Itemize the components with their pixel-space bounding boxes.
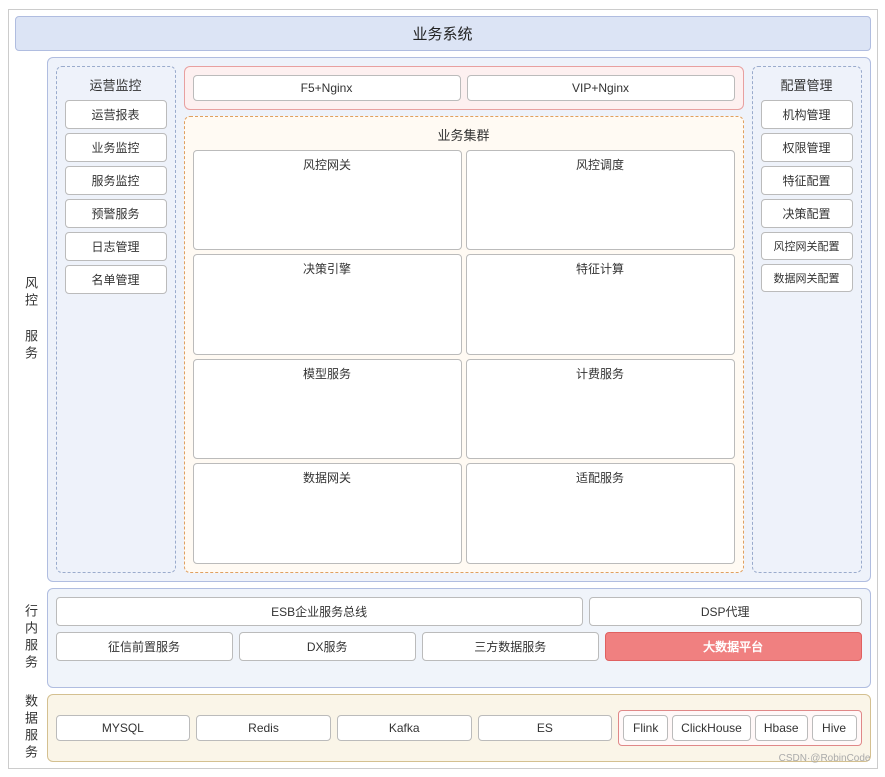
ywjq-item-7: 适配服务 [466,463,735,564]
shuju-content: MYSQL Redis Kafka ES Flink ClickHouse Hb… [47,694,871,762]
hangnei-row1: ESB企业服务总线 DSP代理 [56,597,862,626]
ywjq-item-1: 风控调度 [466,150,735,251]
ywjq-item-2: 决策引擎 [193,254,462,355]
ywjq-grid: 风控网关 风控调度 决策引擎 特征计算 模型服务 计费服务 数据网关 适配服务 [193,150,735,564]
f5vip-row: F5+Nginx VIP+Nginx [184,66,744,110]
yunyingjiankong-item-0: 运营报表 [65,100,167,129]
shuju-label: 数据服务 [15,694,47,762]
peizhi-item-3: 决策配置 [761,199,853,228]
f5-box: F5+Nginx [193,75,461,101]
ywjq-item-6: 数据网关 [193,463,462,564]
es-box: ES [478,715,613,741]
shuju-section: 数据服务 MYSQL Redis Kafka ES Flink ClickHou… [15,694,871,762]
yunyingjiankong-item-4: 日志管理 [65,232,167,261]
peizhi-title: 配置管理 [761,75,853,94]
ywjq-item-5: 计费服务 [466,359,735,460]
bigdata-box: 大数据平台 [605,632,862,661]
zhengxin-box: 征信前置服务 [56,632,233,661]
hangnei-label: 行内服务 [15,588,47,688]
esb-box: ESB企业服务总线 [56,597,583,626]
redis-box: Redis [196,715,331,741]
ywjq-panel: 业务集群 风控网关 风控调度 决策引擎 特征计算 模型服务 计费服务 数据网关 … [184,116,744,573]
main-diagram: 业务系统 风控 服务 运营监控 运营报表 业务监控 服务监控 预警服务 日志管理… [8,9,878,769]
dsp-box: DSP代理 [589,597,862,626]
top-label: 业务系统 [15,16,871,51]
ywjq-title: 业务集群 [193,125,735,144]
mysql-box: MYSQL [56,715,191,741]
yunyingjiankong-item-1: 业务监控 [65,133,167,162]
hangnei-content: ESB企业服务总线 DSP代理 征信前置服务 DX服务 三方数据服务 大数据平台 [47,588,871,688]
kafka-box: Kafka [337,715,472,741]
fengkong-section: 风控 服务 运营监控 运营报表 业务监控 服务监控 预警服务 日志管理 名单管理… [15,57,871,582]
watermark: CSDN·@RobinCode [779,753,871,764]
yunyingjiankong-item-3: 预警服务 [65,199,167,228]
fengkong-label: 风控 服务 [15,57,47,582]
ywjq-item-4: 模型服务 [193,359,462,460]
peizhi-item-4: 风控网关配置 [761,232,853,260]
flink-box: Flink [623,715,668,741]
fengkong-content: 运营监控 运营报表 业务监控 服务监控 预警服务 日志管理 名单管理 F5+Ng… [47,57,871,582]
ywjq-item-0: 风控网关 [193,150,462,251]
vip-box: VIP+Nginx [467,75,735,101]
flink-group: Flink ClickHouse Hbase CSDN·@RobinCode H… [618,710,861,746]
dx-box: DX服务 [239,632,416,661]
peizhi-item-5: 数据网关配置 [761,264,853,292]
sanfang-box: 三方数据服务 [422,632,599,661]
yunyingjiankong-item-5: 名单管理 [65,265,167,294]
peizhi-item-0: 机构管理 [761,100,853,129]
ywjq-item-3: 特征计算 [466,254,735,355]
peizhi-item-1: 权限管理 [761,133,853,162]
clickhouse-box: ClickHouse [672,715,751,741]
hangnei-row2: 征信前置服务 DX服务 三方数据服务 大数据平台 [56,632,862,661]
middle-panel: F5+Nginx VIP+Nginx 业务集群 风控网关 风控调度 决策引擎 特… [184,66,744,573]
peizhi-panel: 配置管理 机构管理 权限管理 特征配置 决策配置 风控网关配置 数据网关配置 [752,66,862,573]
hive-box-visible: Hive [812,715,857,741]
hangnei-section: 行内服务 ESB企业服务总线 DSP代理 征信前置服务 DX服务 三方数据服务 … [15,588,871,688]
hbase-box: Hbase [755,715,808,741]
yunyingjiankong-panel: 运营监控 运营报表 业务监控 服务监控 预警服务 日志管理 名单管理 [56,66,176,573]
yunyingjiankong-item-2: 服务监控 [65,166,167,195]
yunyingjiankong-title: 运营监控 [65,75,167,94]
peizhi-item-2: 特征配置 [761,166,853,195]
